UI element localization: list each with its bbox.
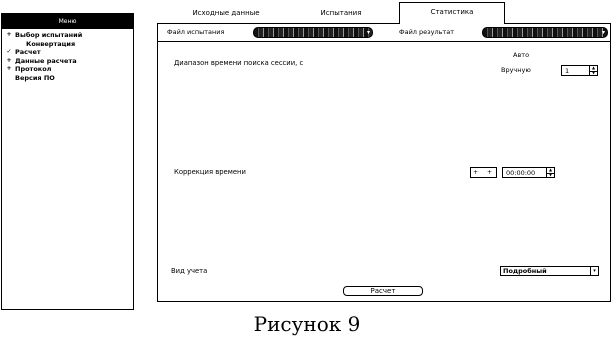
time-correction-value: 00:00:00	[506, 169, 536, 177]
sidebar-header: Меню	[2, 14, 133, 29]
chevron-down-icon[interactable]: ▾	[367, 28, 370, 37]
manual-range-spinbox[interactable]: 1 ▲ ▼	[561, 65, 598, 76]
time-correction-label: Коррекция времени	[174, 168, 246, 176]
tree-item-software-version[interactable]: Версия ПО	[2, 74, 133, 83]
spin-down-icon[interactable]: ▼	[547, 172, 554, 178]
expand-icon[interactable]: +	[5, 65, 13, 74]
tree-item-conversion[interactable]: Конвертация	[2, 40, 133, 49]
tab-tests[interactable]: Испытания	[286, 6, 396, 23]
tree-item-label: Данные расчета	[15, 56, 77, 65]
accounting-type-value: Подробный	[503, 267, 547, 275]
tree-item-label: Конвертация	[26, 39, 76, 48]
minus-step-label[interactable]: +	[473, 168, 478, 177]
chevron-down-icon[interactable]: ▾	[602, 28, 605, 37]
figure-caption: Рисунок 9	[253, 312, 361, 336]
manual-range-value: 1	[565, 67, 570, 75]
spin-down-icon[interactable]: ▼	[590, 70, 597, 76]
tree-item-test-selection[interactable]: + Выбор испытаний	[2, 31, 133, 40]
spin-buttons: ▲ ▼	[546, 167, 554, 178]
manual-option[interactable]: Вручную	[501, 66, 531, 75]
tree-item-label: Выбор испытаний	[15, 31, 83, 39]
tree-item-label: Версия ПО	[15, 73, 55, 82]
tab-source-data[interactable]: Исходные данные	[170, 6, 282, 23]
plus-step-label[interactable]: +	[487, 168, 492, 177]
checkmark-icon: ✓	[6, 48, 12, 55]
tree-item-label: Расчет	[15, 48, 41, 56]
time-correction-spinbox[interactable]: 00:00:00 ▲ ▼	[502, 167, 555, 178]
file-bar: Файл испытания ▾ Файл результат ▾	[158, 24, 610, 42]
tab-statistics[interactable]: Статистика	[399, 2, 505, 24]
expand-icon[interactable]: +	[5, 57, 13, 66]
application-window: Меню + Выбор испытаний Конвертация ✓ Рас…	[0, 0, 614, 339]
calculate-button[interactable]: Расчет	[343, 286, 423, 296]
spin-buttons: ▲ ▼	[589, 65, 597, 76]
navigation-tree: + Выбор испытаний Конвертация ✓ Расчет +…	[2, 29, 133, 82]
tree-item-label: Протокол	[15, 65, 52, 73]
expand-icon[interactable]: +	[5, 31, 13, 40]
navigation-sidebar: Меню + Выбор испытаний Конвертация ✓ Рас…	[1, 13, 134, 310]
result-file-label: Файл результат	[399, 28, 454, 36]
auto-option[interactable]: Авто	[513, 51, 529, 60]
accounting-type-label: Вид учета	[171, 267, 208, 275]
chevron-down-icon[interactable]: ▾	[590, 267, 598, 275]
statistics-panel: Файл испытания ▾ Файл результат ▾ Диапаз…	[157, 23, 611, 302]
tree-item-calculation[interactable]: ✓ Расчет	[2, 48, 133, 57]
result-file-select[interactable]: ▾	[482, 27, 608, 38]
session-range-label: Диапазон времени поиска сессии, с	[174, 59, 304, 67]
test-file-select[interactable]: ▾	[253, 27, 373, 38]
tab-bar: Исходные данные Испытания Статистика	[140, 0, 610, 24]
tree-item-protocol[interactable]: + Протокол	[2, 65, 133, 74]
test-file-label: Файл испытания	[167, 28, 225, 36]
time-step-buttons[interactable]: + +	[470, 167, 497, 178]
accounting-type-select[interactable]: Подробный ▾	[500, 266, 599, 276]
tree-item-calculation-data[interactable]: + Данные расчета	[2, 57, 133, 66]
